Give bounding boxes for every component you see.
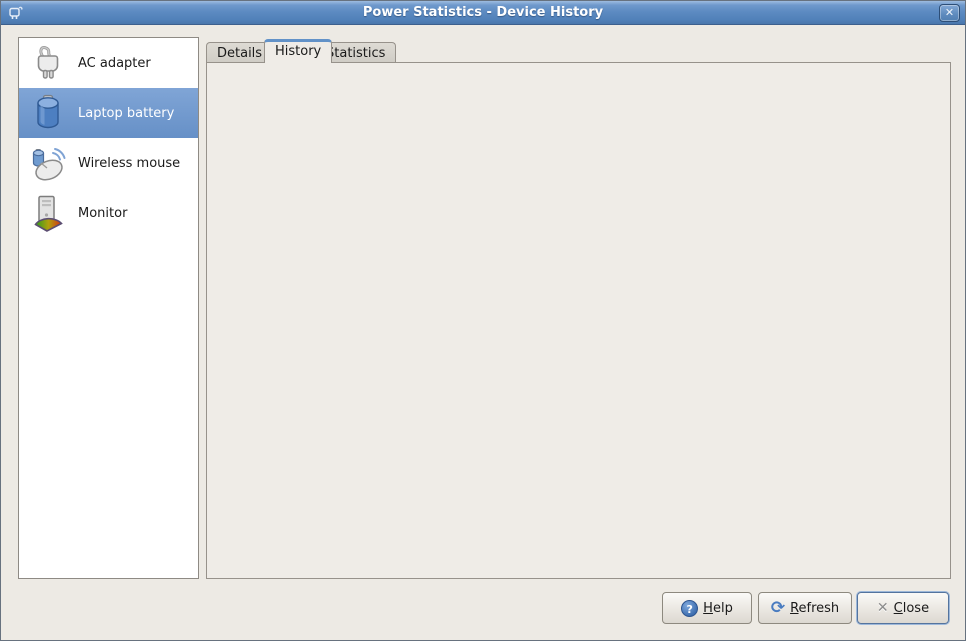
ac-adapter-icon (28, 43, 68, 83)
history-tab-panel (206, 62, 951, 579)
refresh-icon: ⟳ (771, 600, 785, 616)
refresh-button[interactable]: ⟳ Refresh (758, 592, 852, 624)
button-label: Refresh (790, 601, 839, 616)
device-label: AC adapter (78, 56, 151, 71)
window-title: Power Statistics - Device History (1, 5, 965, 20)
window-close-button[interactable]: ✕ (939, 4, 960, 22)
battery-icon (28, 93, 68, 133)
device-row-monitor[interactable]: Monitor (19, 188, 198, 238)
tab-history[interactable]: History (264, 39, 332, 63)
titlebar: Power Statistics - Device History ✕ (1, 1, 965, 25)
button-label: Help (703, 601, 733, 616)
help-button[interactable]: ? Help (662, 592, 752, 624)
device-row-laptop-battery[interactable]: Laptop battery (19, 88, 198, 138)
device-label: Monitor (78, 206, 127, 221)
device-row-wireless-mouse[interactable]: Wireless mouse (19, 138, 198, 188)
close-button[interactable]: ✕ Close (857, 592, 949, 624)
device-row-ac-adapter[interactable]: AC adapter (19, 38, 198, 88)
device-label: Wireless mouse (78, 156, 180, 171)
monitor-icon (28, 193, 68, 233)
device-list: AC adapter Laptop battery (18, 37, 199, 579)
wireless-mouse-icon (28, 143, 68, 183)
button-label: Close (894, 601, 929, 616)
close-icon: ✕ (877, 600, 889, 616)
device-label: Laptop battery (78, 106, 174, 121)
power-statistics-window: Power Statistics - Device History ✕ AC a… (0, 0, 966, 641)
help-icon: ? (681, 600, 698, 617)
app-plug-icon (7, 5, 24, 22)
